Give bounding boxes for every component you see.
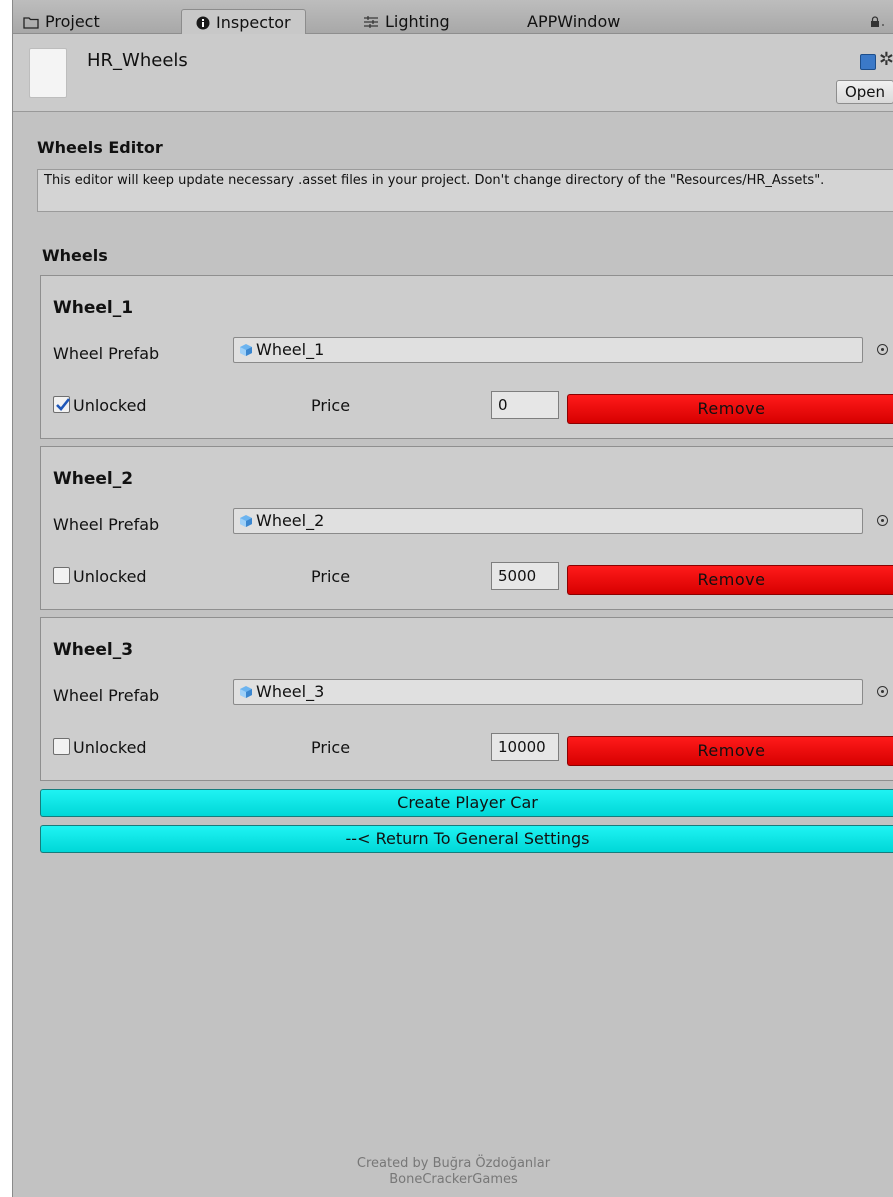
footer-credit: Created by Buğra Özdoğanlar xyxy=(356,1156,551,1171)
remove-button[interactable]: Remove xyxy=(567,736,893,766)
price-label: Price xyxy=(311,567,351,586)
wheel-prefab-field[interactable]: Wheel_1 xyxy=(233,337,863,363)
folder-icon xyxy=(23,16,39,29)
wheel-prefab-value: Wheel_2 xyxy=(256,511,325,530)
wheels-heading: Wheels xyxy=(42,246,108,265)
wheel-prefab-label: Wheel Prefab xyxy=(53,686,160,705)
wheel-prefab-label: Wheel Prefab xyxy=(53,515,160,534)
price-input[interactable]: 10000 xyxy=(491,733,559,761)
tab-label: Lighting xyxy=(385,12,450,31)
lock-icon[interactable] xyxy=(870,16,886,28)
help-box: This editor will keep update necessary .… xyxy=(37,169,893,212)
asset-title: HR_Wheels xyxy=(87,50,188,71)
file-icon xyxy=(29,48,67,98)
price-input[interactable]: 5000 xyxy=(491,562,559,590)
unlocked-label: Unlocked xyxy=(73,738,147,757)
tab-label: Inspector xyxy=(216,12,291,32)
unlocked-label: Unlocked xyxy=(73,567,147,586)
editor-title: Wheels Editor xyxy=(37,138,163,157)
prefab-cube-icon xyxy=(240,686,252,698)
tab-label: APPWindow xyxy=(527,12,621,31)
tab-lighting[interactable]: Lighting xyxy=(363,10,450,34)
object-picker-icon[interactable] xyxy=(877,686,888,697)
wheel-name: Wheel_3 xyxy=(53,640,134,660)
remove-button[interactable]: Remove xyxy=(567,565,893,595)
create-player-car-button[interactable]: Create Player Car xyxy=(40,789,893,817)
inspector-window: Project Inspector Lighting APPWindow HR_… xyxy=(12,0,893,1197)
open-button[interactable]: Open xyxy=(836,80,893,104)
tab-appwindow[interactable]: APPWindow xyxy=(527,10,620,34)
price-label: Price xyxy=(311,396,351,415)
object-picker-icon[interactable] xyxy=(877,344,888,355)
wheel-name: Wheel_1 xyxy=(53,298,134,318)
tab-project[interactable]: Project xyxy=(23,10,100,34)
wheel-prefab-value: Wheel_3 xyxy=(256,682,325,701)
wheel-prefab-field[interactable]: Wheel_2 xyxy=(233,508,863,534)
tab-bar: Project Inspector Lighting APPWindow xyxy=(13,0,893,35)
wheel-prefab-value: Wheel_1 xyxy=(256,340,325,359)
wheel-prefab-label: Wheel Prefab xyxy=(53,344,160,363)
remove-button[interactable]: Remove xyxy=(567,394,893,424)
object-picker-icon[interactable] xyxy=(877,515,888,526)
footer-company: BoneCrackerGames xyxy=(389,1172,518,1187)
return-to-general-settings-button[interactable]: --< Return To General Settings xyxy=(40,825,893,853)
checkmark-icon xyxy=(56,398,71,411)
asset-header: HR_Wheels ✲ Open xyxy=(13,34,893,112)
prefab-cube-icon xyxy=(240,515,252,527)
gear-icon[interactable]: ✲ xyxy=(879,50,893,70)
unlocked-checkbox[interactable] xyxy=(53,567,70,584)
unlocked-checkbox[interactable] xyxy=(53,738,70,755)
prefab-cube-icon xyxy=(240,344,252,356)
wheel-entry: Wheel_1 Wheel Prefab Wheel_1 Unlocked Pr… xyxy=(40,275,893,439)
wheel-name: Wheel_2 xyxy=(53,469,134,489)
wheel-entry: Wheel_3 Wheel Prefab Wheel_3 Unlocked Pr… xyxy=(40,617,893,781)
price-input[interactable]: 0 xyxy=(491,391,559,419)
unlocked-checkbox[interactable] xyxy=(53,396,71,413)
tab-label: Project xyxy=(45,12,100,31)
tab-inspector[interactable]: Inspector xyxy=(181,9,306,35)
wheel-entry: Wheel_2 Wheel Prefab Wheel_2 Unlocked Pr… xyxy=(40,446,893,610)
price-label: Price xyxy=(311,738,351,757)
lighting-icon xyxy=(364,16,378,28)
unlocked-label: Unlocked xyxy=(73,396,147,415)
help-icon[interactable] xyxy=(860,54,876,70)
wheel-prefab-field[interactable]: Wheel_3 xyxy=(233,679,863,705)
info-icon xyxy=(196,16,210,29)
